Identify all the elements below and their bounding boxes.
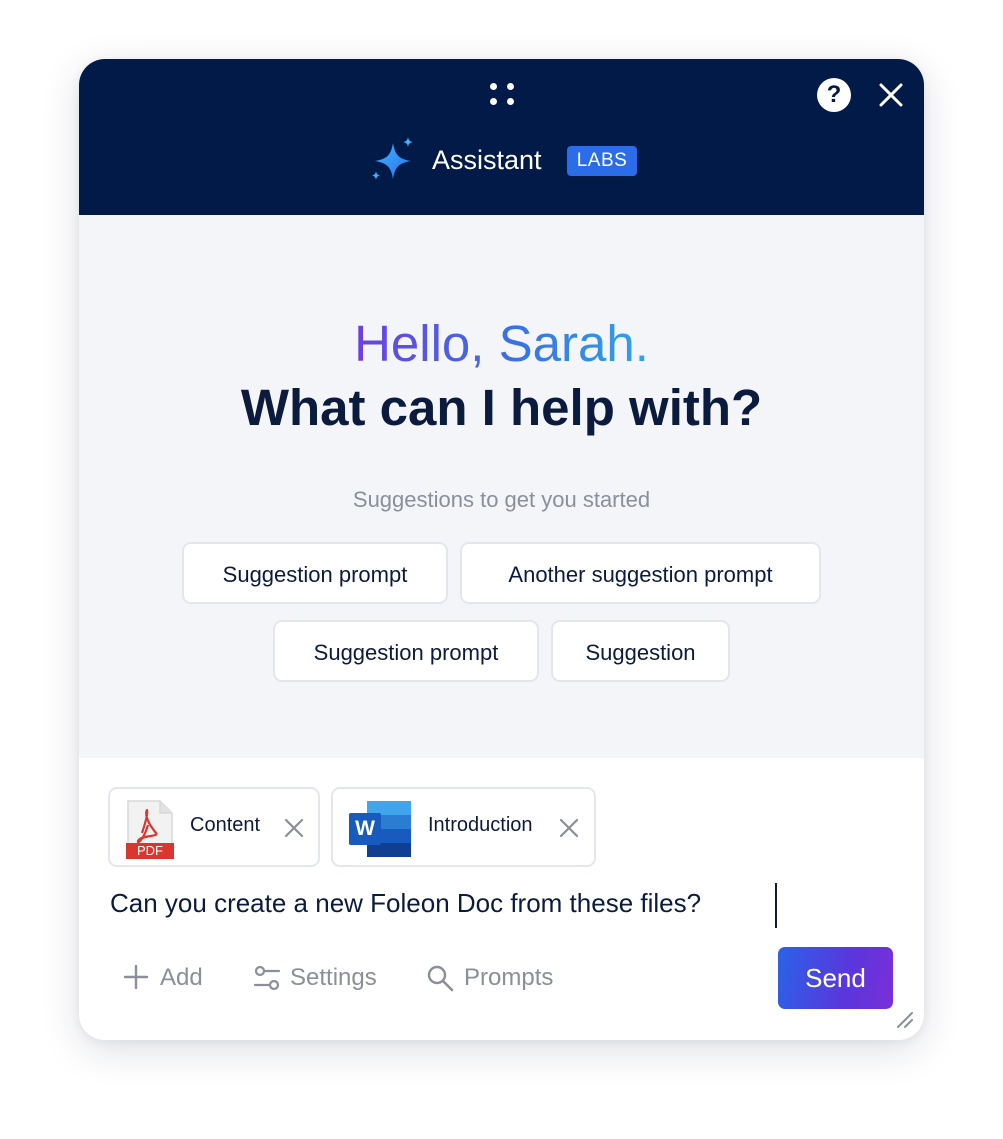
attachment-name: Introduction: [428, 814, 533, 836]
search-icon: [427, 965, 454, 992]
sliders-icon: [253, 965, 281, 991]
suggestion-chip[interactable]: Suggestion prompt: [182, 542, 448, 604]
prompts-button[interactable]: Prompts: [426, 958, 561, 998]
resize-handle-icon[interactable]: [894, 1009, 914, 1029]
close-icon: [879, 83, 903, 107]
help-button[interactable]: ?: [817, 78, 851, 112]
sparkle-icon: [372, 137, 413, 180]
assistant-header: ? Assistant LABS: [79, 59, 924, 215]
message-composer: PDF Content W Introduction Can you creat…: [79, 758, 924, 1040]
assistant-panel: ? Assistant LABS Hello, Sarah. What can …: [79, 59, 924, 1040]
word-letter: W: [355, 817, 375, 840]
remove-attachment-icon[interactable]: [283, 817, 305, 839]
settings-label: Settings: [290, 964, 377, 991]
help-icon: ?: [826, 81, 842, 108]
suggestion-chip[interactable]: Suggestion prompt: [273, 620, 539, 682]
suggestion-chip[interactable]: Suggestion: [551, 620, 730, 682]
add-button[interactable]: Add: [123, 958, 213, 998]
text-caret: [775, 883, 777, 928]
labs-badge: LABS: [567, 146, 637, 176]
settings-button[interactable]: Settings: [253, 958, 388, 998]
message-input[interactable]: Can you create a new Foleon Doc from the…: [110, 888, 701, 919]
suggestions-label: Suggestions to get you started: [352, 487, 651, 512]
attachment-chip[interactable]: W Introduction: [331, 787, 596, 867]
page-title: What can I help with?: [240, 379, 763, 436]
remove-attachment-icon[interactable]: [558, 817, 580, 839]
send-button[interactable]: Send: [778, 947, 893, 1009]
drag-handle-icon[interactable]: [490, 83, 516, 107]
suggestion-chip[interactable]: Another suggestion prompt: [460, 542, 821, 604]
attachment-name: Content: [190, 814, 261, 836]
attachment-chip[interactable]: PDF Content: [108, 787, 320, 867]
close-button[interactable]: [877, 81, 905, 109]
greeting: Hello, Sarah.: [79, 314, 924, 374]
greeting-text: Hello, Sarah.: [354, 315, 649, 372]
app-name: Assistant: [432, 145, 542, 175]
plus-icon: [123, 964, 149, 990]
pdf-label: PDF: [137, 843, 163, 858]
welcome-area: Hello, Sarah. What can I help with? Sugg…: [79, 215, 924, 758]
prompts-label: Prompts: [464, 964, 554, 991]
add-label: Add: [160, 964, 203, 991]
